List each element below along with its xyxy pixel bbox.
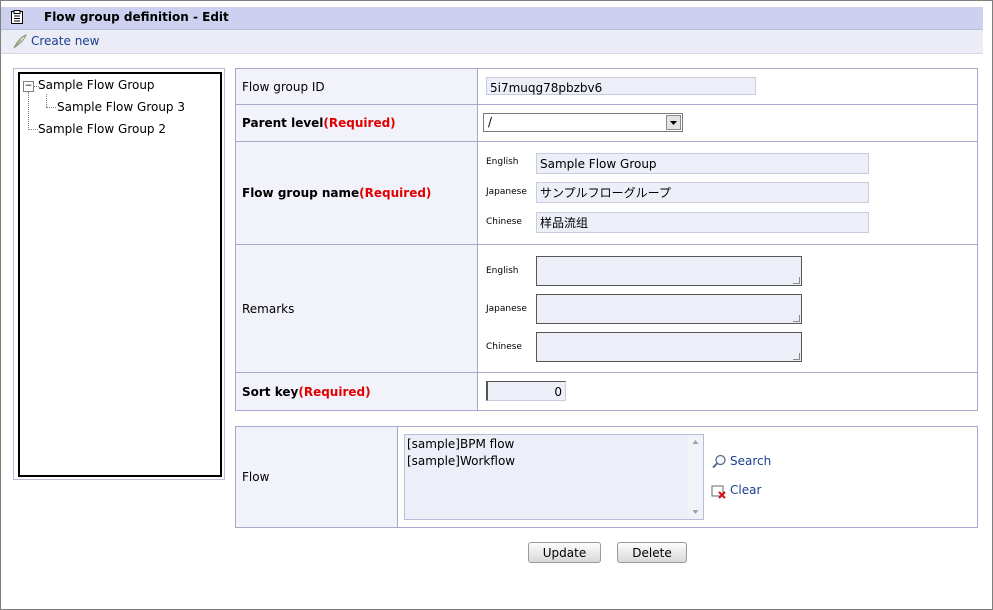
clear-icon[interactable] bbox=[711, 484, 727, 500]
flow-list-item[interactable]: [sample]BPM flow bbox=[407, 437, 514, 451]
japanese-label: Japanese bbox=[486, 304, 527, 314]
tree-connector bbox=[46, 107, 56, 108]
parent-level-value: / bbox=[488, 115, 493, 129]
flow-group-name-cell: English Sample Flow Group Japanese サンプルフ… bbox=[477, 141, 978, 245]
page-title: Flow group definition - Edit bbox=[44, 10, 229, 24]
row-flow: Flow [sample]BPM flow [sample]Workflow S… bbox=[235, 426, 978, 528]
tree-connector bbox=[28, 129, 38, 130]
sort-key-label-cell: Sort key(Required) bbox=[235, 372, 478, 411]
row-flow-group-name: Flow group name(Required) English Sample… bbox=[235, 141, 978, 245]
row-parent-level: Parent level(Required) / bbox=[235, 104, 978, 142]
flow-group-name-label: Flow group name bbox=[242, 186, 360, 200]
tree-node-sample-flow-group[interactable]: Sample Flow Group bbox=[38, 78, 155, 92]
sort-key-field[interactable]: 0 bbox=[486, 381, 566, 401]
flow-listbox[interactable]: [sample]BPM flow [sample]Workflow bbox=[404, 434, 704, 520]
resize-grip-icon[interactable] bbox=[793, 315, 800, 322]
english-label: English bbox=[486, 157, 519, 167]
remarks-cell: English Japanese Chinese bbox=[477, 244, 978, 373]
flow-label: Flow bbox=[235, 426, 398, 528]
flow-group-form: Flow group ID 5i7muqg78pbzbv6 Parent lev… bbox=[235, 68, 978, 411]
create-new-link[interactable]: Create new bbox=[31, 34, 100, 48]
listbox-scrollbar[interactable] bbox=[688, 435, 703, 519]
tree-node-sample-flow-group-2[interactable]: Sample Flow Group 2 bbox=[38, 122, 166, 136]
search-icon[interactable] bbox=[711, 454, 727, 470]
resize-grip-icon[interactable] bbox=[793, 353, 800, 360]
remarks-chinese-textarea[interactable] bbox=[536, 332, 802, 362]
name-chinese-field[interactable]: 样品流组 bbox=[536, 212, 869, 233]
tree-panel: − Sample Flow Group Sample Flow Group 3 … bbox=[13, 68, 225, 480]
command-bar: Create new bbox=[1, 30, 983, 54]
flow-group-id-field: 5i7muqg78pbzbv6 bbox=[486, 77, 756, 95]
flow-group-id-label: Flow group ID bbox=[235, 68, 478, 105]
parent-level-cell: / bbox=[477, 104, 978, 142]
name-english-field[interactable]: Sample Flow Group bbox=[536, 153, 869, 174]
clipboard-icon bbox=[11, 10, 23, 24]
tree-connector bbox=[46, 94, 47, 107]
parent-level-label: Parent level bbox=[242, 116, 324, 130]
resize-grip-icon[interactable] bbox=[793, 277, 800, 284]
search-link[interactable]: Search bbox=[730, 454, 771, 468]
sort-key-cell: 0 bbox=[477, 372, 978, 411]
english-label: English bbox=[486, 266, 519, 276]
parent-level-label-cell: Parent level(Required) bbox=[235, 104, 478, 142]
row-sort-key: Sort key(Required) 0 bbox=[235, 372, 978, 411]
dropdown-arrow-icon[interactable] bbox=[666, 115, 681, 130]
update-button[interactable]: Update bbox=[528, 542, 601, 563]
chinese-label: Chinese bbox=[486, 342, 522, 352]
row-flow-group-id: Flow group ID 5i7muqg78pbzbv6 bbox=[235, 68, 978, 105]
tree-node-sample-flow-group-3[interactable]: Sample Flow Group 3 bbox=[57, 100, 185, 114]
remarks-japanese-textarea[interactable] bbox=[536, 294, 802, 324]
feather-pen-icon[interactable] bbox=[12, 34, 27, 49]
japanese-label: Japanese bbox=[486, 187, 527, 197]
required-marker: (Required) bbox=[323, 116, 396, 130]
flow-group-name-label-cell: Flow group name(Required) bbox=[235, 141, 478, 245]
remarks-label: Remarks bbox=[235, 244, 478, 373]
row-remarks: Remarks English Japanese Chinese bbox=[235, 244, 978, 373]
flow-cell: [sample]BPM flow [sample]Workflow Search bbox=[397, 426, 978, 528]
flow-table: Flow [sample]BPM flow [sample]Workflow S… bbox=[235, 426, 978, 528]
tree-connector bbox=[28, 92, 29, 130]
required-marker: (Required) bbox=[359, 186, 432, 200]
clear-link[interactable]: Clear bbox=[730, 483, 761, 497]
name-japanese-field[interactable]: サンプルフローグループ bbox=[536, 182, 869, 203]
scroll-arrows-icon[interactable] bbox=[688, 435, 703, 519]
collapse-toggle-icon[interactable]: − bbox=[23, 81, 34, 92]
sort-key-label: Sort key bbox=[242, 384, 299, 399]
title-bar: Flow group definition - Edit bbox=[1, 7, 983, 30]
flow-group-tree: − Sample Flow Group Sample Flow Group 3 … bbox=[18, 72, 222, 477]
flow-list-item[interactable]: [sample]Workflow bbox=[407, 454, 515, 468]
delete-button[interactable]: Delete bbox=[617, 542, 687, 563]
parent-level-select[interactable]: / bbox=[483, 113, 683, 132]
required-marker: (Required) bbox=[298, 384, 371, 399]
remarks-english-textarea[interactable] bbox=[536, 256, 802, 286]
flow-group-id-cell: 5i7muqg78pbzbv6 bbox=[477, 68, 978, 105]
chinese-label: Chinese bbox=[486, 217, 522, 227]
